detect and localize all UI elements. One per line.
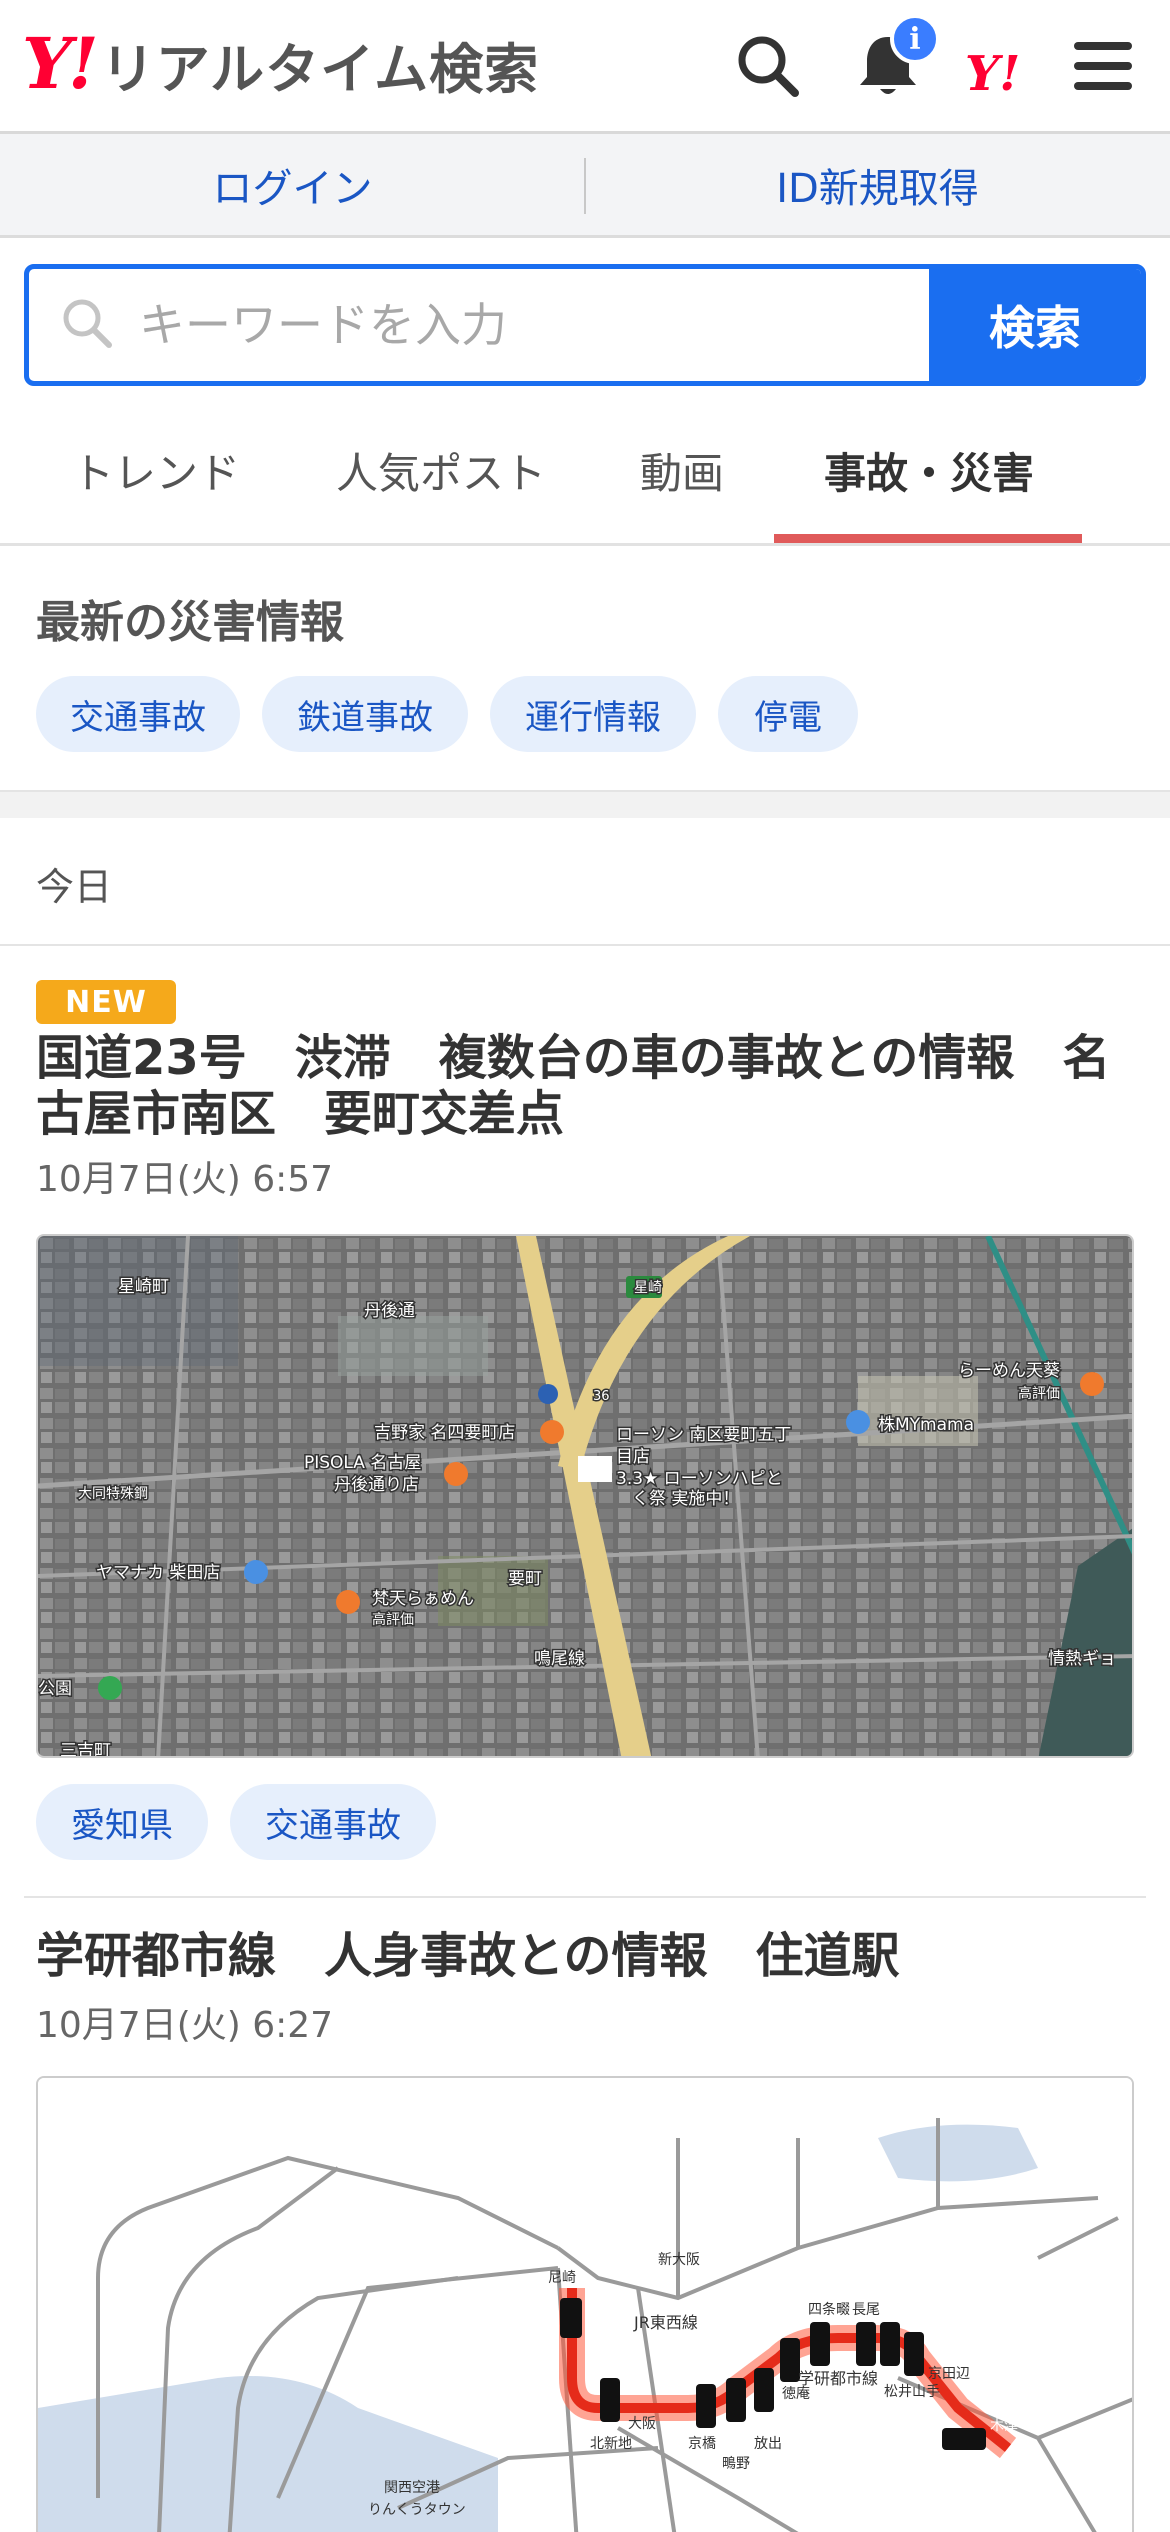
notification-badge: i bbox=[890, 14, 940, 64]
station-label: 京田辺 bbox=[928, 2366, 970, 2382]
tag-aichi[interactable]: 愛知県 bbox=[36, 1784, 208, 1860]
divider bbox=[0, 944, 1170, 946]
map-label: 丹後通 bbox=[364, 1301, 415, 1321]
station-label: 松井山手 bbox=[884, 2384, 940, 2400]
date-group-label: 今日 bbox=[36, 865, 113, 909]
hamburger-menu-icon[interactable] bbox=[1065, 28, 1141, 104]
line-label: 学研都市線 bbox=[798, 2369, 878, 2388]
search-button[interactable]: 検索 bbox=[929, 269, 1141, 381]
chip-railway-accident[interactable]: 鉄道事故 bbox=[262, 676, 468, 752]
login-divider bbox=[584, 158, 586, 214]
news-title-line: 国道23号 渋滞 複数台の車の事故との情報 名 bbox=[36, 1030, 1111, 1086]
tab-popular-posts[interactable]: 人気ポスト bbox=[336, 440, 546, 501]
map-label: 大同特殊鋼 bbox=[78, 1486, 148, 1502]
station-label: 木津 bbox=[990, 2418, 1018, 2434]
logo-text: リアルタイム検索 bbox=[100, 37, 540, 101]
railway-map-image[interactable]: 尼崎 JR東西線 北新地 京橋 鴫野 放出 徳庵 四条畷 学研都市線 長尾 松井… bbox=[36, 2076, 1134, 2532]
search-icon[interactable] bbox=[730, 28, 806, 104]
app-header: Y! リアルタイム検索 i Y! bbox=[0, 0, 1170, 134]
map-label: 3.3★ ローソンハピと bbox=[616, 1469, 783, 1489]
news-title-line: 古屋市南区 要町交差点 bbox=[36, 1086, 565, 1142]
news-divider bbox=[24, 1896, 1146, 1898]
tab-video[interactable]: 動画 bbox=[640, 440, 724, 501]
active-tab-indicator bbox=[774, 534, 1082, 543]
map-label: 梵天らぁめん bbox=[372, 1589, 474, 1609]
station-label: 四条畷 bbox=[808, 2301, 850, 2318]
news-timestamp: 10月7日(火) 6:57 bbox=[36, 1159, 334, 1200]
map-label: ヤマナカ 柴田店 bbox=[96, 1563, 220, 1583]
station-label: 尼崎 bbox=[548, 2270, 576, 2286]
news-timestamp: 10月7日(火) 6:27 bbox=[36, 2005, 334, 2046]
register-link[interactable]: ID新規取得 bbox=[585, 156, 1170, 214]
search-field-wrapper[interactable] bbox=[29, 269, 929, 381]
map-label: 情熱ギョ bbox=[1048, 1649, 1116, 1669]
station-label: りんくうタウン bbox=[368, 2502, 466, 2518]
map-label: 高評価 bbox=[372, 1611, 414, 1628]
section-title: 最新の災害情報 bbox=[36, 597, 344, 648]
tab-accident-disaster[interactable]: 事故・災害 bbox=[824, 440, 1034, 501]
station-label: 北新地 bbox=[590, 2436, 632, 2452]
search-input[interactable] bbox=[139, 298, 899, 352]
line-label: JR東西線 bbox=[633, 2313, 698, 2332]
station-label: 関西空港 bbox=[384, 2480, 440, 2496]
station-label: 新大阪 bbox=[658, 2252, 700, 2268]
tab-trend[interactable]: トレンド bbox=[72, 440, 240, 501]
chip-service-info[interactable]: 運行情報 bbox=[490, 676, 696, 752]
map-label: 要町 bbox=[508, 1569, 542, 1589]
map-label: 鳴尾線 bbox=[534, 1649, 585, 1669]
map-label: 株MYmama bbox=[878, 1415, 974, 1435]
magnifier-icon bbox=[59, 295, 115, 355]
map-label: 36 bbox=[593, 1389, 610, 1404]
login-bar: ログイン ID新規取得 bbox=[0, 134, 1170, 238]
chip-traffic-accident[interactable]: 交通事故 bbox=[36, 676, 240, 752]
tag-traffic-accident[interactable]: 交通事故 bbox=[230, 1784, 436, 1860]
search-form: 検索 bbox=[24, 264, 1146, 386]
satellite-map-image[interactable]: 星崎町 丹後通 星崎 36 らーめん天葵 高評価 吉野家 名四要町店 ローソン … bbox=[36, 1234, 1134, 1758]
map-label: 吉野家 名四要町店 bbox=[374, 1423, 515, 1443]
yahoo-realtime-logo[interactable]: Y! リアルタイム検索 bbox=[22, 24, 539, 104]
map-label: 公園 bbox=[38, 1679, 72, 1699]
chip-power-outage[interactable]: 停電 bbox=[718, 676, 858, 752]
yahoo-logo-mark: Y! bbox=[22, 22, 99, 105]
map-label: ローソン 南区要町五丁 bbox=[616, 1425, 791, 1445]
yahoo-japan-icon[interactable]: Y! bbox=[965, 36, 1020, 112]
station-label: 京橋 bbox=[688, 2436, 716, 2452]
section-separator bbox=[0, 790, 1170, 818]
map-label: 高評価 bbox=[1018, 1385, 1060, 1402]
map-label: 星崎 bbox=[634, 1280, 662, 1296]
login-link[interactable]: ログイン bbox=[0, 156, 585, 214]
category-tabs: トレンド 人気ポスト 動画 事故・災害 bbox=[0, 400, 1170, 546]
news-title[interactable]: 国道23号 渋滞 複数台の車の事故との情報 名 古屋市南区 要町交差点 bbox=[36, 1030, 1136, 1142]
map-label: く祭 実施中！ bbox=[632, 1489, 739, 1509]
station-label: 長尾 bbox=[852, 2302, 880, 2318]
map-label: らーめん天葵 bbox=[958, 1361, 1060, 1381]
map-label: PISOLA 名古屋 bbox=[304, 1453, 421, 1473]
map-label: 星崎町 bbox=[118, 1277, 169, 1297]
station-label: 大阪 bbox=[628, 2416, 656, 2432]
news-title[interactable]: 学研都市線 人身事故との情報 住道駅 bbox=[36, 1928, 1136, 1984]
map-label: 目店 bbox=[616, 1447, 650, 1467]
station-label: 鴫野 bbox=[722, 2456, 750, 2472]
station-label: 放出 bbox=[754, 2436, 782, 2452]
map-label: 三吉町 bbox=[60, 1741, 111, 1758]
new-badge: NEW bbox=[36, 980, 176, 1024]
map-label: 丹後通り店 bbox=[334, 1475, 419, 1495]
